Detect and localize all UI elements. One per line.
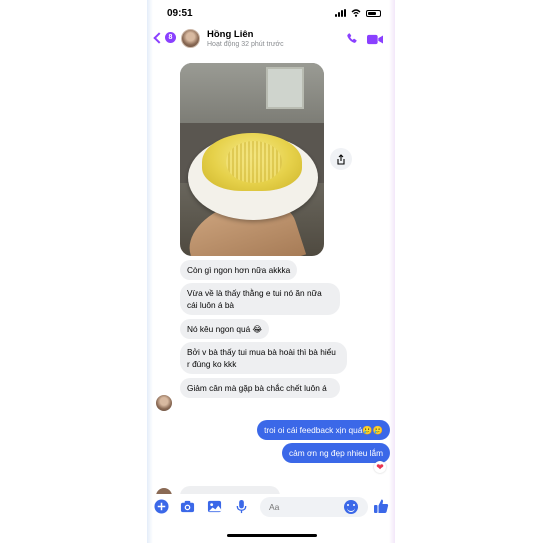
messenger-screen: 09:51 8 Hồng Liên Hoạt động 32 phút trướ… bbox=[147, 0, 395, 543]
edge-gradient bbox=[147, 0, 153, 543]
phone-icon[interactable] bbox=[345, 32, 359, 46]
contact-avatar[interactable] bbox=[181, 29, 200, 48]
sender-avatar bbox=[156, 395, 172, 411]
thumbs-up-icon[interactable] bbox=[373, 498, 389, 514]
video-icon[interactable] bbox=[367, 34, 383, 45]
gallery-icon[interactable] bbox=[207, 499, 222, 514]
message-incoming[interactable]: Bởi v bà thấy tui mua bà hoài thì bà hiể… bbox=[180, 342, 347, 374]
back-button[interactable]: 8 bbox=[153, 32, 176, 44]
chat-header: 8 Hồng Liên Hoạt động 32 phút trước bbox=[147, 26, 395, 56]
contact-name[interactable]: Hồng Liên bbox=[207, 29, 253, 40]
message-composer bbox=[147, 494, 395, 520]
camera-icon[interactable] bbox=[180, 499, 195, 514]
shared-photo[interactable] bbox=[180, 63, 324, 256]
chevron-left-icon bbox=[153, 32, 165, 44]
message-incoming[interactable]: Vừa về là thấy thằng e tui nó ăn nữa cái… bbox=[180, 283, 340, 315]
home-indicator bbox=[227, 534, 317, 537]
edge-gradient bbox=[389, 0, 395, 543]
status-time: 09:51 bbox=[167, 8, 193, 19]
share-icon bbox=[337, 153, 345, 165]
status-bar: 09:51 bbox=[147, 0, 395, 26]
battery-icon bbox=[366, 9, 381, 17]
microphone-icon[interactable] bbox=[234, 499, 249, 514]
unread-badge: 8 bbox=[165, 32, 176, 43]
status-icons bbox=[335, 9, 381, 17]
message-incoming[interactable]: Nó kêu ngon quá 😂 bbox=[180, 319, 270, 339]
contact-status: Hoạt động 32 phút trước bbox=[207, 41, 284, 48]
message-outgoing[interactable]: cảm ơn ng đẹp nhieu lắm bbox=[282, 443, 390, 463]
message-incoming[interactable]: Còn gì ngon hơn nữa akkka bbox=[180, 260, 298, 280]
signal-icon bbox=[335, 9, 346, 17]
heart-reaction-icon[interactable]: ❤ bbox=[374, 461, 386, 473]
wifi-icon bbox=[351, 9, 361, 17]
share-button[interactable] bbox=[330, 148, 352, 170]
message-outgoing[interactable]: troi oi cái feedback xịn quá🥲🥲 bbox=[257, 420, 390, 440]
message-incoming[interactable]: Giảm cân mà gặp bà chắc chết luôn á bbox=[180, 378, 340, 398]
plus-icon[interactable] bbox=[154, 499, 169, 514]
emoji-icon[interactable] bbox=[344, 500, 358, 514]
